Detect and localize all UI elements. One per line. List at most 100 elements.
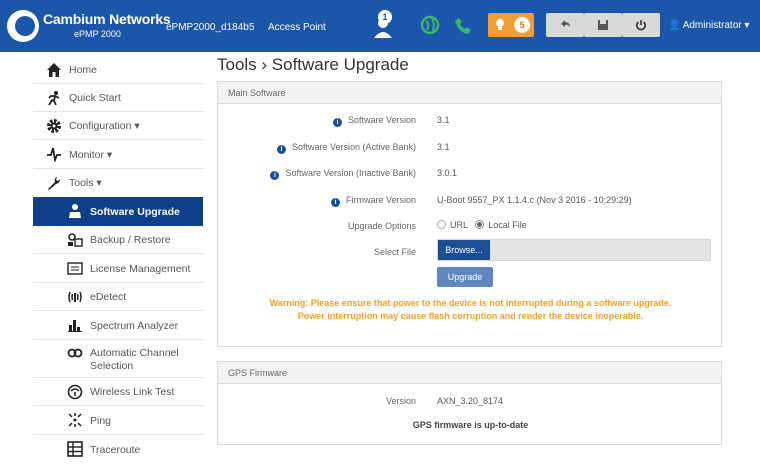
url-radio[interactable] <box>437 220 446 229</box>
url-radio-label[interactable]: URL <box>450 220 468 230</box>
phone-status-icon[interactable] <box>452 12 472 38</box>
info-icon[interactable]: i <box>330 198 340 207</box>
sidebar-item-quick-start[interactable]: Quick Start <box>33 84 203 112</box>
link-test-icon <box>67 384 83 400</box>
lightbulb-icon <box>496 19 504 30</box>
sidebar-item-label: Automatic Channel Selection <box>90 347 200 373</box>
software-version-label-text: Software Version <box>347 115 416 125</box>
sidebar-item-label: Backup / Restore <box>90 234 171 246</box>
brand-name: Cambium Networks <box>43 11 171 27</box>
active-bank-label-text: Software Version (Active Bank) <box>291 142 416 152</box>
upgrade-button[interactable]: Upgrade <box>437 267 493 287</box>
user-menu[interactable]: 👤 Administrator ▾ <box>668 20 749 31</box>
save-button[interactable] <box>584 13 622 37</box>
alarm-count: 5 <box>514 17 530 33</box>
gps-version-value: AXN_3.20_8174 <box>437 396 504 406</box>
alarm-button[interactable]: 5 <box>488 13 534 37</box>
file-input[interactable]: Browse... <box>437 239 711 261</box>
user-name: Administrator <box>682 20 742 31</box>
info-icon[interactable]: i <box>276 145 286 154</box>
info-icon[interactable]: i <box>270 171 280 180</box>
sidebar-item-software-upgrade[interactable]: Software Upgrade <box>33 197 203 226</box>
power-icon <box>636 20 646 31</box>
undo-icon <box>561 20 570 27</box>
gps-status: GPS firmware is up-to-date <box>412 420 529 430</box>
active-bank-label: i Software Version (Active Bank) <box>276 142 416 154</box>
user-icon: 👤 <box>668 20 681 31</box>
undo-button[interactable] <box>546 13 584 37</box>
channel-icon <box>67 348 83 358</box>
inactive-bank-label-text: Software Version (Inactive Bank) <box>285 168 416 178</box>
page-title: Tools › Software Upgrade <box>217 55 409 74</box>
sidebar-item-ping[interactable]: Ping <box>33 406 203 435</box>
home-icon <box>47 63 61 77</box>
panel-heading: GPS Firmware <box>218 362 721 384</box>
upgrade-icon <box>69 204 81 218</box>
globe-status-icon[interactable] <box>420 12 440 38</box>
gear-icon <box>47 119 61 133</box>
select-file-label: Select File <box>373 247 416 257</box>
cambium-logo-icon <box>7 10 39 42</box>
browse-button[interactable]: Browse... <box>438 240 490 260</box>
upgrade-options-label: Upgrade Options <box>347 221 416 231</box>
local-file-radio-label[interactable]: Local File <box>488 220 527 230</box>
ping-icon <box>68 413 82 427</box>
sidebar-item-tools[interactable]: Tools ▾ <box>33 169 203 197</box>
main-software-panel: Main Software i Software Version 3.1 i Sof… <box>217 81 722 347</box>
panel-heading: Main Software <box>218 82 721 104</box>
notification-badge[interactable]: 1 <box>378 10 392 24</box>
sidebar-item-automatic-channel-selection[interactable]: Automatic Channel Selection <box>33 340 203 378</box>
sidebar-item-monitor[interactable]: Monitor ▾ <box>33 140 203 169</box>
sidebar-item-label: Configuration ▾ <box>69 120 140 132</box>
sidebar-item-home[interactable]: Home <box>33 55 203 84</box>
sidebar-item-edetect[interactable]: eDetect <box>33 283 203 311</box>
sidebar-item-label-text: Automatic Channel Selection <box>90 347 179 372</box>
sidebar: Home Quick Start Configuration ▾ Monitor… <box>33 55 203 464</box>
sidebar-item-traceroute[interactable]: Traceroute <box>33 435 203 464</box>
local-file-radio[interactable] <box>475 220 485 229</box>
active-bank-value: 3.1 <box>437 142 450 152</box>
save-icon <box>598 20 608 30</box>
sidebar-item-license-management[interactable]: License Management <box>33 254 203 283</box>
firmware-version-value: U-Boot 9557_PX 1.1.4.c (Nov 3 2016 - 10:… <box>437 195 632 205</box>
sidebar-item-spectrum-analyzer[interactable]: Spectrum Analyzer <box>33 311 203 340</box>
sidebar-item-label: License Management <box>90 263 191 275</box>
edetect-icon <box>68 291 82 303</box>
spectrum-icon <box>68 320 82 332</box>
sidebar-item-label: Quick Start <box>69 92 121 104</box>
sidebar-item-label: eDetect <box>90 291 127 303</box>
power-warning: Warning: Please ensure that power to the… <box>269 298 672 321</box>
device-mode: Access Point <box>268 22 326 33</box>
firmware-version-label: i Firmware Version <box>330 195 416 207</box>
traceroute-icon <box>67 441 83 457</box>
sidebar-item-label: Monitor ▾ <box>69 149 113 161</box>
wrench-icon <box>48 177 60 190</box>
gps-firmware-panel: GPS Firmware Version AXN_3.20_8174 GPS f… <box>217 361 722 445</box>
brand-product: ePMP 2000 <box>74 29 121 39</box>
gps-version-label: Version <box>385 396 416 406</box>
inactive-bank-value: 3.0.1 <box>437 168 458 178</box>
running-person-icon <box>48 91 60 106</box>
sidebar-item-label: Tools ▾ <box>69 177 102 189</box>
upgrade-options: URL Local File <box>437 220 527 230</box>
device-name: ePMP2000_d184b5 <box>166 22 255 33</box>
info-icon[interactable]: i <box>332 118 342 127</box>
sidebar-item-label: Software Upgrade <box>90 206 180 218</box>
inactive-bank-label: i Software Version (Inactive Bank) <box>270 168 416 180</box>
software-version-value: 3.1 <box>437 115 450 125</box>
sidebar-item-label: Ping <box>90 415 112 427</box>
reboot-button[interactable] <box>622 13 660 37</box>
software-version-label: i Software Version <box>332 115 416 127</box>
sidebar-item-label: Home <box>69 64 98 76</box>
license-icon <box>67 262 83 275</box>
sidebar-item-label: Spectrum Analyzer <box>90 320 179 332</box>
top-bar: Cambium Networks ePMP 2000 ePMP2000_d184… <box>0 0 760 52</box>
pulse-icon <box>47 147 61 162</box>
chevron-down-icon: ▾ <box>744 20 750 31</box>
sidebar-item-label: Traceroute <box>90 444 141 456</box>
sidebar-item-wireless-link-test[interactable]: Wireless Link Test <box>33 378 203 406</box>
firmware-version-label-text: Firmware Version <box>345 195 416 205</box>
backup-icon <box>68 233 83 247</box>
sidebar-item-backup-restore[interactable]: Backup / Restore <box>33 226 203 254</box>
sidebar-item-configuration[interactable]: Configuration ▾ <box>33 112 203 140</box>
